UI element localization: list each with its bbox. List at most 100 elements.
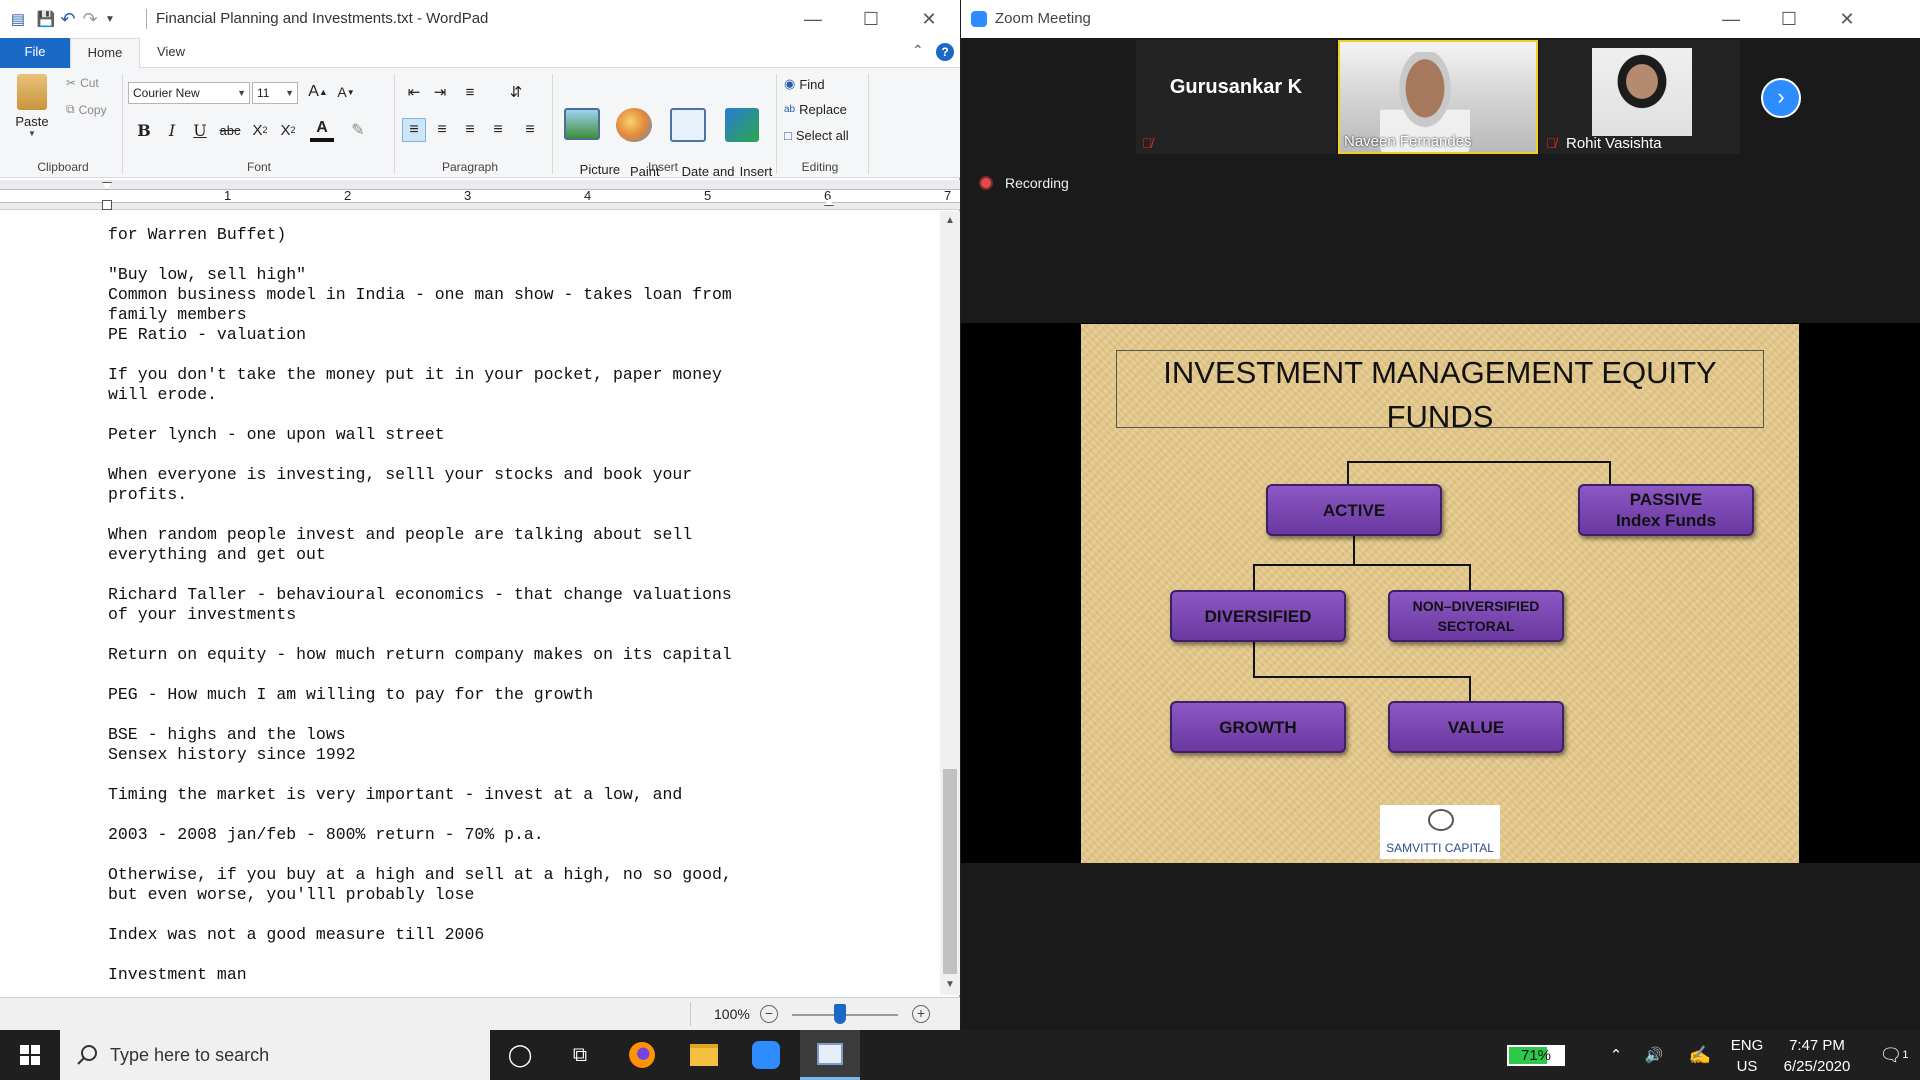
redo-icon[interactable]: ↷ <box>80 9 100 29</box>
window-title: Financial Planning and Investments.txt -… <box>156 10 489 27</box>
participant-tile[interactable]: Rohit Vasishta 🎙̸ <box>1540 40 1740 154</box>
save-icon[interactable]: 💾 <box>36 9 56 29</box>
tab-home[interactable]: Home <box>70 38 140 69</box>
minimize-button[interactable]: — <box>784 0 842 38</box>
find-button[interactable]: ◉ Find <box>784 76 825 92</box>
scroll-up-icon[interactable]: ▲ <box>940 211 960 231</box>
font-size-select[interactable]: 11 ▼ <box>252 82 298 104</box>
align-left-icon[interactable]: ≡ <box>402 118 426 142</box>
paste-label: Paste <box>15 114 49 129</box>
ruler[interactable]: 1 2 3 4 5 6 7 <box>0 180 960 210</box>
ribbon-separator <box>122 74 123 174</box>
justify-icon[interactable]: ≡ <box>486 118 510 142</box>
node-non-diversified: NON–DIVERSIFIED SECTORAL <box>1388 590 1564 642</box>
font-family-select[interactable]: Courier New ▼ <box>128 82 250 104</box>
vertical-scrollbar[interactable]: ▲ ▼ <box>940 211 960 995</box>
tab-view[interactable]: View <box>146 38 196 68</box>
collapse-ribbon-icon[interactable]: ⌃ <box>912 42 924 59</box>
close-button[interactable]: ✕ <box>900 0 958 38</box>
document-area[interactable]: for Warren Buffet) "Buy low, sell high" … <box>0 211 940 995</box>
wordpad-window: ▤ 💾 ↶ ↷ ▼ Financial Planning and Investm… <box>0 0 960 1030</box>
replace-button[interactable]: ab Replace <box>784 102 847 117</box>
language-indicator[interactable]: ENG US <box>1727 1035 1767 1077</box>
italic-button[interactable]: I <box>160 118 184 142</box>
font-group-label: Font <box>246 160 271 174</box>
highlight-color-icon[interactable]: ✎ <box>346 118 370 142</box>
notification-center-icon[interactable]: 🗨 1 <box>1872 1030 1916 1080</box>
shrink-font-button[interactable]: A ▼ <box>334 80 358 104</box>
mic-muted-icon: 🎙̸ <box>1546 135 1557 151</box>
connector-line <box>1253 642 1255 678</box>
language-code: ENG <box>1730 1037 1764 1054</box>
palette-icon <box>616 108 652 142</box>
copy-button[interactable]: ⧉ Copy <box>66 102 107 117</box>
maximize-button[interactable]: ☐ <box>842 0 900 38</box>
bold-button[interactable]: B <box>132 118 156 142</box>
wordpad-taskbar-icon[interactable] <box>800 1030 860 1080</box>
task-view-icon[interactable]: ⧉ <box>550 1030 610 1080</box>
underline-button[interactable]: U <box>188 118 212 142</box>
customize-qat-icon[interactable]: ▼ <box>100 9 120 29</box>
line-spacing-icon[interactable]: ⇵ <box>504 80 528 104</box>
shared-screen: INVESTMENT MANAGEMENT EQUITY FUNDS ACTIV… <box>961 323 1920 863</box>
status-separator <box>690 1002 691 1026</box>
decrease-indent-icon[interactable]: ⇤ <box>402 80 426 104</box>
zoom-minimize-button[interactable]: — <box>1702 0 1760 38</box>
tab-file[interactable]: File <box>0 38 70 68</box>
strikethrough-button[interactable]: abc <box>218 118 242 142</box>
zoom-maximize-button[interactable]: ☐ <box>1760 0 1818 38</box>
search-icon <box>77 1045 97 1065</box>
samvitti-logo: SAMVITTI CAPITAL <box>1380 805 1500 859</box>
grow-font-button[interactable]: A ▲ <box>306 80 330 104</box>
undo-icon[interactable]: ↶ <box>58 9 78 29</box>
zoom-in-icon[interactable]: + <box>912 1005 930 1023</box>
zoom-slider-thumb[interactable] <box>834 1004 846 1024</box>
picture-icon <box>564 108 600 140</box>
title-separator <box>146 9 147 29</box>
left-indent-marker[interactable] <box>102 200 112 210</box>
participant-name: Naveen Fernandes <box>1344 133 1472 150</box>
align-center-icon[interactable]: ≡ <box>430 118 454 142</box>
subscript-button[interactable]: X2 <box>248 118 272 142</box>
wordpad-app-icon[interactable]: ▤ <box>8 9 28 29</box>
superscript-button[interactable]: X2 <box>276 118 300 142</box>
align-right-icon[interactable]: ≡ <box>458 118 482 142</box>
start-button[interactable] <box>0 1030 60 1080</box>
help-icon[interactable]: ? <box>936 43 954 61</box>
bullet-list-icon[interactable]: ≡ <box>458 80 482 104</box>
cut-button[interactable]: ✂ Cut <box>66 76 99 90</box>
scissors-icon: ✂ <box>66 76 77 90</box>
paste-button[interactable]: Paste ▼ <box>12 74 52 138</box>
paragraph-settings-icon[interactable]: ≡ <box>518 118 542 142</box>
next-page-arrow-icon[interactable]: › <box>1761 78 1801 118</box>
cortana-icon[interactable]: ◯ <box>490 1030 550 1080</box>
zoom-taskbar-icon[interactable] <box>736 1030 796 1080</box>
battery-indicator[interactable]: 71% <box>1506 1044 1566 1067</box>
file-explorer-icon[interactable] <box>674 1030 734 1080</box>
select-all-button[interactable]: □ Select all <box>784 128 849 143</box>
pen-workspace-icon[interactable]: ✍ <box>1680 1030 1720 1080</box>
font-family-value: Courier New <box>133 86 200 100</box>
firefox-icon[interactable] <box>612 1030 672 1080</box>
ribbon-separator <box>552 74 553 174</box>
ruler-bar: 1 2 3 4 5 6 7 <box>0 189 960 203</box>
scroll-down-icon[interactable]: ▼ <box>940 975 960 995</box>
show-hidden-icons-icon[interactable]: ⌃ <box>1598 1030 1634 1080</box>
text-color-button[interactable]: A <box>310 118 334 142</box>
zoom-out-icon[interactable]: − <box>760 1005 778 1023</box>
increase-indent-icon[interactable]: ⇥ <box>428 80 452 104</box>
document-text[interactable]: for Warren Buffet) "Buy low, sell high" … <box>108 225 928 985</box>
volume-icon[interactable]: 🔊 <box>1636 1030 1672 1080</box>
select-all-icon: □ <box>784 128 792 143</box>
mic-muted-icon: 🎙̸ <box>1142 135 1153 151</box>
clock[interactable]: 7:47 PM 6/25/2020 <box>1762 1035 1872 1077</box>
zoom-close-button[interactable]: ✕ <box>1818 0 1876 38</box>
participant-tile-active-speaker[interactable]: Naveen Fernandes <box>1338 40 1538 154</box>
participant-name: Rohit Vasishta <box>1566 135 1662 152</box>
scrollbar-thumb[interactable] <box>943 769 957 974</box>
participant-tile[interactable]: Gurusankar K 🎙̸ <box>1136 40 1336 154</box>
connector-line <box>1469 676 1471 702</box>
zoom-level: 100% <box>714 1006 750 1022</box>
taskbar-search[interactable]: Type here to search <box>60 1030 490 1080</box>
connector-line <box>1253 676 1471 678</box>
